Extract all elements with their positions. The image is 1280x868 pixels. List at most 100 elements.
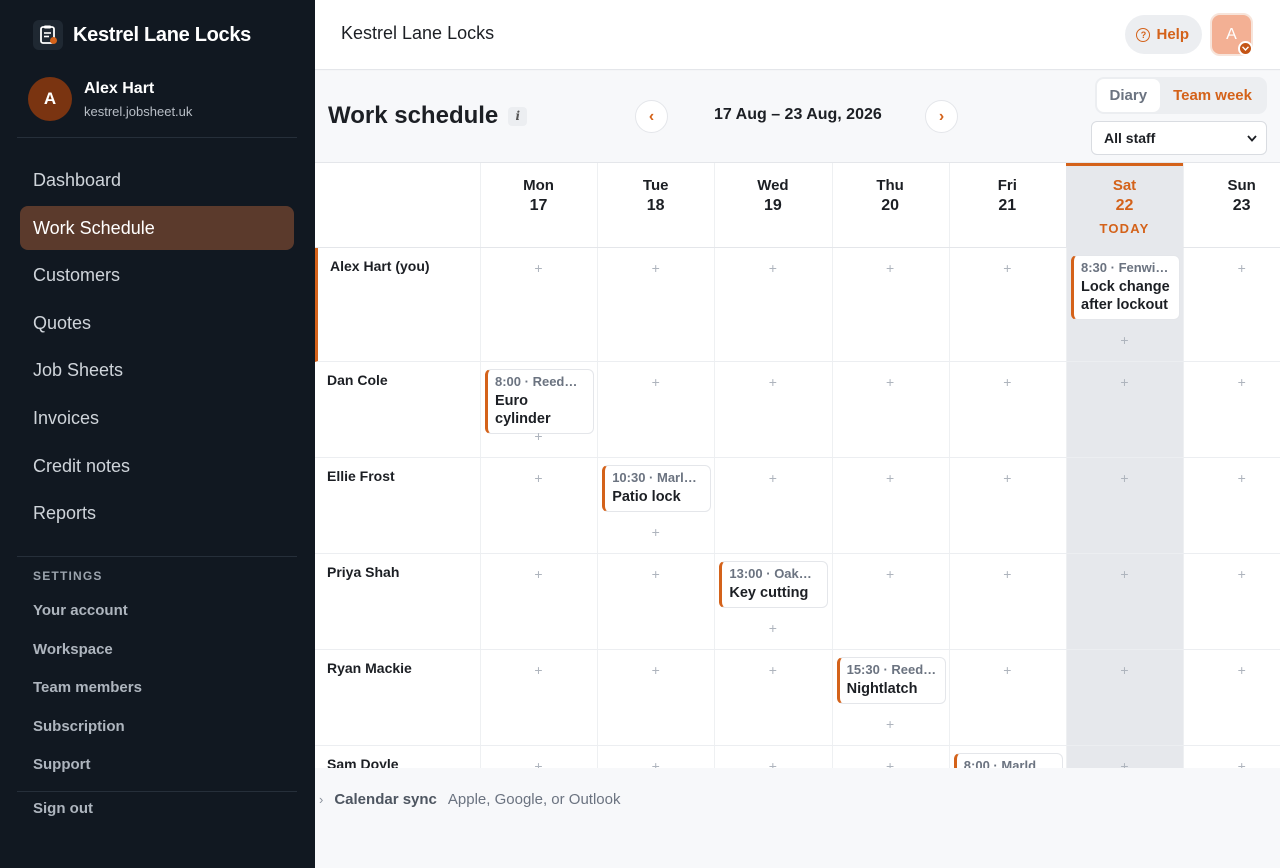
day-header-sat: Sat 22 TODAY [1066, 163, 1183, 248]
day-name: Mon [523, 177, 554, 194]
add-job-button[interactable]: + [602, 369, 709, 395]
staff-filter-select[interactable]: All staff [1091, 121, 1267, 155]
job-card[interactable]: 13:00 · Oak… Key cutting [719, 561, 829, 608]
user-profile[interactable]: A Alex Hart kestrel.jobsheet.uk [28, 77, 192, 121]
calendar-sync-description: Apple, Google, or Outlook [447, 790, 621, 808]
add-job-button[interactable]: + [1188, 255, 1280, 281]
add-job-button[interactable]: + [1188, 465, 1280, 491]
next-week-button[interactable]: › [925, 100, 958, 133]
tab-team-week[interactable]: Team week [1160, 79, 1265, 112]
job-title: Nightlatch [846, 681, 918, 697]
add-job-button[interactable]: + [954, 465, 1061, 491]
add-job-button[interactable]: + [1188, 561, 1280, 587]
add-job-button[interactable]: + [1071, 327, 1178, 353]
add-job-button[interactable]: + [719, 657, 826, 683]
help-button[interactable]: ? Help [1125, 15, 1202, 54]
nav-reports[interactable]: Reports [20, 491, 294, 535]
user-name: Alex Hart [84, 79, 155, 97]
page-title-text: Work schedule [328, 102, 499, 129]
add-job-button[interactable]: + [485, 423, 592, 449]
add-job-button[interactable]: + [602, 519, 709, 545]
nav-quotes[interactable]: Quotes [20, 301, 294, 345]
add-job-button[interactable]: + [954, 369, 1061, 395]
job-title: Patio lock [612, 489, 681, 505]
add-job-button[interactable]: + [602, 753, 709, 768]
nav-work-schedule[interactable]: Work Schedule [20, 205, 294, 250]
add-job-button[interactable]: + [1188, 369, 1280, 395]
sidebar: Kestrel Lane Locks A Alex Hart kestrel.j… [0, 0, 315, 868]
add-job-button[interactable]: + [837, 465, 944, 491]
add-job-button[interactable]: + [485, 657, 592, 683]
day-header-thu: Thu 20 [832, 163, 949, 248]
add-job-button[interactable]: + [837, 561, 944, 587]
add-job-button[interactable]: + [954, 657, 1061, 683]
job-card[interactable]: 10:30 · Marl… Patio lock [602, 465, 712, 512]
add-job-button[interactable]: + [1071, 657, 1178, 683]
settings-item-team-members[interactable]: Team members [33, 669, 142, 708]
add-job-button[interactable]: + [837, 753, 944, 768]
job-time: 15:30 · Reed… [846, 662, 937, 677]
day-date: 19 [763, 197, 782, 214]
brand[interactable]: Kestrel Lane Locks [33, 20, 251, 50]
divider [17, 556, 297, 557]
chevron-down-icon [1238, 41, 1253, 56]
clipboard-logo-icon [33, 20, 63, 50]
settings-item-subscription[interactable]: Subscription [33, 708, 142, 747]
add-job-button[interactable]: + [602, 255, 709, 281]
add-job-button[interactable]: + [485, 465, 592, 491]
today-label: TODAY [1099, 221, 1150, 236]
settings-item-your-account[interactable]: Your account [33, 592, 142, 631]
tab-diary[interactable]: Diary [1096, 79, 1161, 112]
calendar-sync-toggle[interactable]: › Calendar sync Apple, Google, or Outloo… [315, 781, 1280, 817]
previous-week-button[interactable]: ‹ [635, 100, 668, 133]
add-job-button[interactable]: + [719, 753, 826, 768]
job-time: 10:30 · Marl… [612, 470, 697, 485]
add-job-button[interactable]: + [602, 657, 709, 683]
day-header-sun: Sun 23 [1183, 163, 1280, 248]
job-card[interactable]: 8:30 · Fenwi… Lock change after lockout [1071, 255, 1180, 320]
nav-credit-notes[interactable]: Credit notes [20, 444, 294, 488]
add-job-button[interactable]: + [485, 753, 592, 768]
add-job-button[interactable]: + [954, 255, 1061, 281]
add-job-button[interactable]: + [1071, 753, 1178, 768]
workspace-title: Kestrel Lane Locks [341, 23, 495, 43]
add-job-button[interactable]: + [719, 465, 826, 491]
add-job-button[interactable]: + [1188, 753, 1280, 768]
add-job-button[interactable]: + [485, 561, 592, 587]
add-job-button[interactable]: + [602, 561, 709, 587]
info-icon[interactable]: i [508, 106, 528, 126]
day-header-fri: Fri 21 [949, 163, 1066, 248]
settings-item-support[interactable]: Support [33, 746, 142, 785]
add-job-button[interactable]: + [719, 255, 826, 281]
add-job-button[interactable]: + [837, 711, 944, 737]
nav-dashboard[interactable]: Dashboard [20, 158, 294, 202]
nav-job-sheets[interactable]: Job Sheets [20, 348, 294, 392]
add-job-button[interactable]: + [954, 561, 1061, 587]
account-menu-button[interactable]: A [1210, 13, 1253, 56]
settings-menu: Your account Workspace Team members Subscri… [33, 592, 142, 785]
add-job-button[interactable]: + [1071, 465, 1178, 491]
job-card[interactable]: 8:00 · Marld… [953, 753, 1063, 768]
add-job-button[interactable]: + [1188, 657, 1280, 683]
add-job-button[interactable]: + [719, 369, 826, 395]
nav-customers[interactable]: Customers [20, 253, 294, 297]
settings-item-workspace[interactable]: Workspace [33, 631, 142, 670]
main-nav: Dashboard Work Schedule Customers Quotes Job… [20, 158, 294, 539]
calendar-sync-label: Calendar sync [334, 790, 437, 808]
add-job-button[interactable]: + [1071, 561, 1178, 587]
add-job-button[interactable]: + [719, 615, 826, 641]
add-job-button[interactable]: + [837, 369, 944, 395]
job-card[interactable]: 15:30 · Reed… Nightlatch [836, 657, 946, 704]
add-job-button[interactable]: + [485, 255, 592, 281]
avatar: A [28, 77, 72, 121]
divider [17, 791, 297, 792]
job-title: Key cutting [729, 585, 809, 601]
nav-invoices[interactable]: Invoices [20, 396, 294, 440]
staff-filter-value: All staff [1104, 130, 1156, 146]
staff-name: Ryan Mackie [327, 660, 412, 676]
day-date: 17 [529, 197, 548, 214]
schedule-grid: Mon 17 Tue 18 Wed 19 Thu 20 Fri 21 Sat 22 TODAY Sun 23… [315, 162, 1280, 768]
sign-out-link[interactable]: Sign out [33, 800, 93, 817]
add-job-button[interactable]: + [1071, 369, 1178, 395]
add-job-button[interactable]: + [837, 255, 944, 281]
